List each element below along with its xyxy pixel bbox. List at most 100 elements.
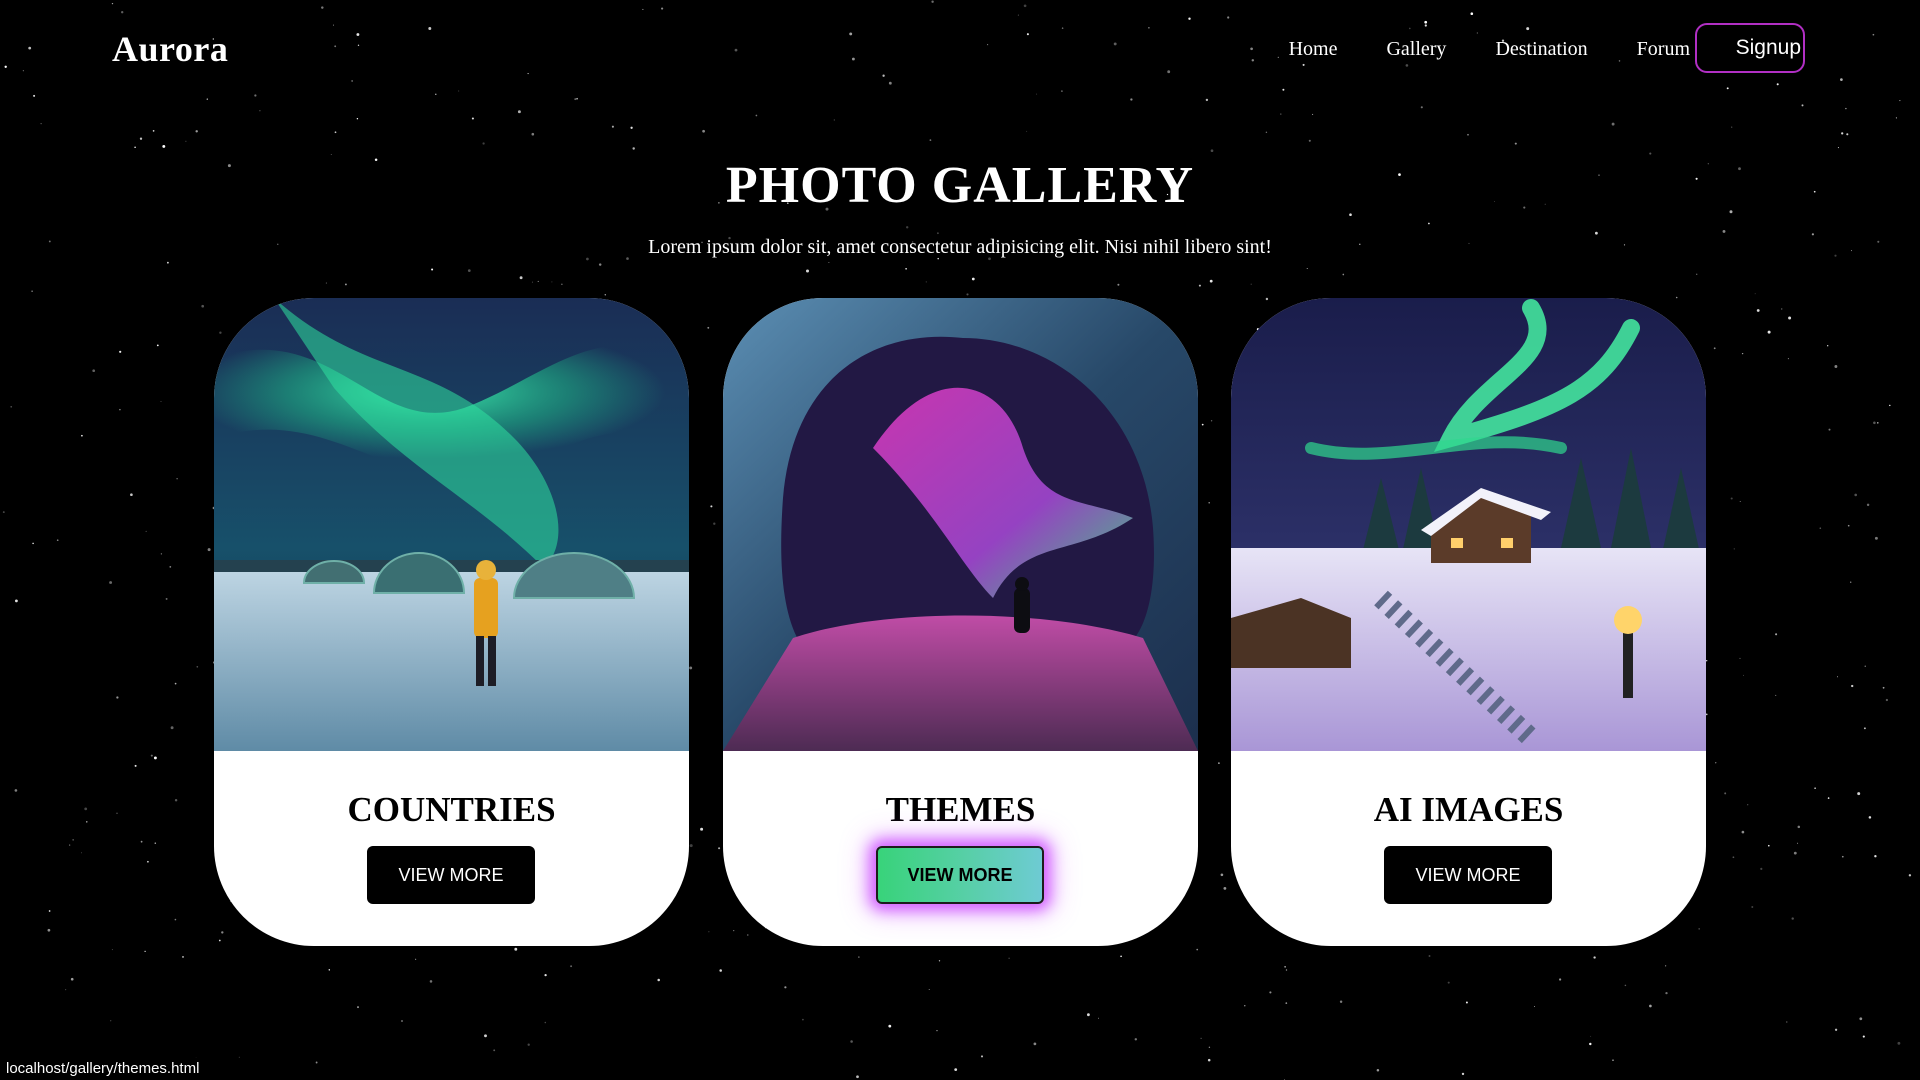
star (72, 839, 74, 841)
star (160, 401, 162, 402)
star (165, 597, 168, 600)
star (400, 1019, 404, 1023)
star (1897, 1041, 1901, 1045)
star (1210, 149, 1214, 153)
star (700, 827, 704, 831)
star (702, 129, 705, 133)
star (1724, 792, 1727, 795)
star (657, 978, 660, 982)
star (611, 125, 614, 128)
star (1899, 100, 1901, 102)
star (92, 369, 96, 373)
star (906, 226, 909, 229)
star (1376, 1068, 1380, 1072)
star (467, 269, 471, 272)
star (330, 153, 332, 156)
star (689, 844, 693, 848)
star (1877, 422, 1879, 424)
star (561, 283, 563, 285)
view-more-button[interactable]: VIEW MORE (876, 846, 1044, 904)
star (1198, 284, 1201, 287)
nav-gallery[interactable]: Gallery (1386, 38, 1446, 61)
star (630, 126, 633, 129)
star (174, 918, 177, 921)
star (514, 947, 518, 951)
star (1768, 844, 1770, 847)
star (1696, 273, 1698, 275)
star (971, 277, 975, 281)
star (1339, 1000, 1343, 1004)
star (604, 294, 607, 296)
star (328, 969, 331, 971)
star (719, 969, 722, 972)
star (1284, 966, 1286, 968)
star (152, 130, 155, 132)
star (201, 304, 205, 308)
star (130, 493, 133, 497)
star (431, 268, 434, 271)
star (147, 860, 149, 863)
star (1885, 698, 1889, 702)
star (1859, 1017, 1863, 1021)
star (1218, 762, 1220, 764)
star (1447, 981, 1450, 984)
star (1775, 633, 1778, 636)
star (1841, 855, 1844, 858)
star (1026, 130, 1028, 132)
page-title: PHOTO GALLERY (725, 157, 1195, 214)
star (1834, 365, 1838, 368)
star (1868, 816, 1872, 819)
star (221, 931, 224, 934)
star (1713, 347, 1716, 350)
star (1760, 867, 1763, 870)
star (47, 928, 51, 932)
nav-forum[interactable]: Forum (1637, 38, 1690, 61)
star (176, 478, 178, 480)
star (802, 1018, 804, 1021)
star (1756, 309, 1760, 312)
star (1787, 358, 1789, 360)
star (806, 269, 809, 273)
star (1851, 684, 1854, 688)
star (1244, 1005, 1246, 1007)
snowy-cabin-aurora-image (1231, 298, 1706, 751)
star (1841, 132, 1844, 135)
star (259, 110, 261, 112)
card-themes: THEMES VIEW MORE (723, 298, 1198, 946)
star (888, 1024, 892, 1028)
star (429, 980, 433, 983)
star (116, 812, 118, 814)
view-more-button[interactable]: VIEW MORE (1384, 846, 1552, 904)
star (828, 261, 830, 264)
star (1534, 1006, 1535, 1008)
nav-destination[interactable]: Destination (1495, 38, 1587, 61)
star (1862, 1035, 1865, 1038)
view-more-button[interactable]: VIEW MORE (367, 846, 535, 904)
page-subtitle: Lorem ipsum dolor sit, amet consectetur … (648, 236, 1272, 258)
star (482, 142, 485, 145)
star (544, 1021, 547, 1024)
nav-home[interactable]: Home (1289, 38, 1338, 61)
star (1873, 421, 1876, 425)
star (1845, 107, 1847, 110)
star (1814, 787, 1816, 789)
star (1589, 1042, 1592, 1046)
star (713, 522, 716, 525)
star (1342, 273, 1345, 276)
star (493, 1049, 496, 1052)
star (1134, 1038, 1138, 1041)
star (1857, 792, 1861, 796)
aurora-igloo-image (214, 298, 689, 751)
star (718, 847, 721, 850)
star (519, 276, 523, 280)
signup-button[interactable]: Signup (1695, 23, 1805, 73)
star (1827, 797, 1830, 799)
star (1624, 984, 1627, 987)
star (1665, 991, 1668, 995)
star (1739, 500, 1741, 502)
star (1558, 978, 1562, 981)
brand-logo[interactable]: Aurora (112, 28, 228, 70)
star (966, 293, 969, 296)
star (109, 581, 113, 584)
star (111, 949, 113, 951)
